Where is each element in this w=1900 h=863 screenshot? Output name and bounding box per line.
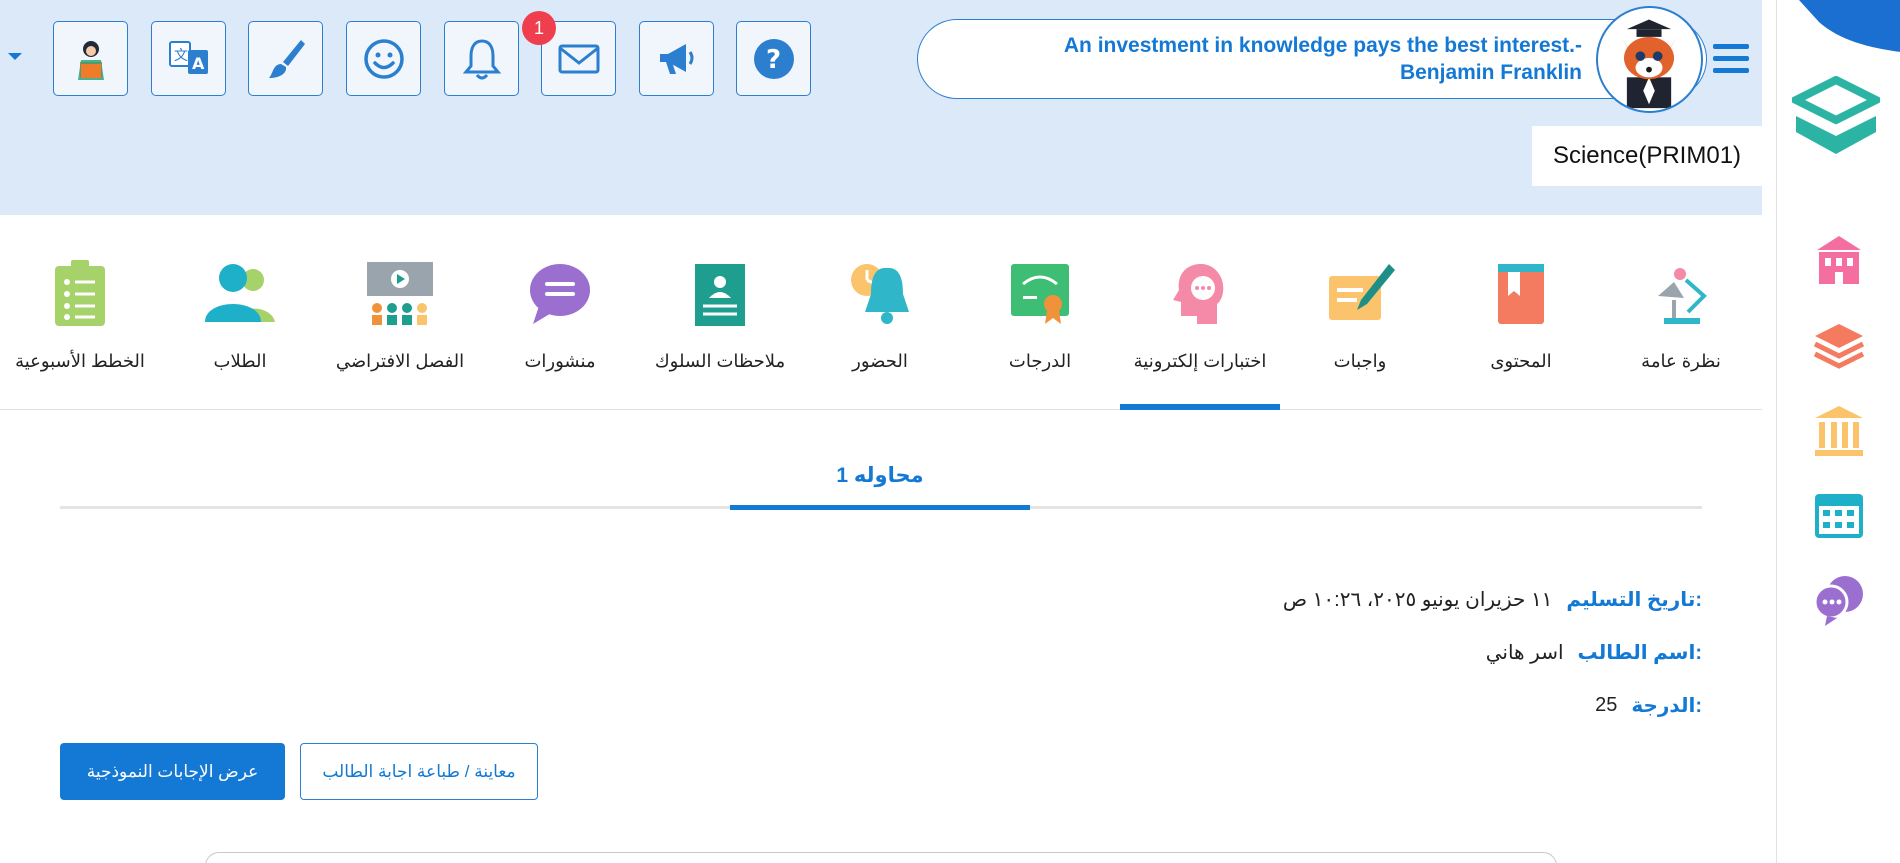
- nav-item-behavior-notes[interactable]: ملاحظات السلوك: [640, 260, 800, 410]
- nav-label: منشورات: [524, 351, 596, 371]
- bell-icon: [462, 38, 501, 79]
- show-model-answers-button[interactable]: عرض الإجابات النموذجية: [60, 743, 285, 800]
- fox-mascot-icon: [1598, 8, 1700, 110]
- nav-label: الفصل الافتراضي: [335, 351, 465, 371]
- teacher-icon: [77, 40, 104, 80]
- attendance-bell-icon: [851, 264, 909, 324]
- nav-item-grades[interactable]: الدرجات: [960, 260, 1120, 410]
- quiz-icon: [1173, 264, 1224, 324]
- course-nav: نظرة عامة المحتوى واجبات اختبارات إلكترو…: [0, 216, 1762, 410]
- layers-icon[interactable]: [1811, 318, 1867, 374]
- teacher-profile-button[interactable]: [53, 21, 128, 96]
- nav-label: ملاحظات السلوك: [654, 351, 786, 371]
- nav-item-overview[interactable]: نظرة عامة: [1601, 260, 1761, 410]
- hamburger-menu-icon[interactable]: [1713, 44, 1749, 74]
- megaphone-icon: [659, 43, 693, 74]
- right-sidebar: [1776, 0, 1900, 863]
- virtual-class-icon: [367, 262, 433, 325]
- overview-icon: [1658, 268, 1707, 324]
- student-name-label: اسم الطالب:: [1577, 642, 1702, 664]
- nav-label: الطلاب: [213, 351, 267, 371]
- brush-icon: [268, 39, 305, 78]
- help-button[interactable]: ?: [736, 21, 811, 96]
- course-name: Science(PRIM01): [1532, 126, 1762, 186]
- nav-item-assignments[interactable]: واجبات: [1280, 260, 1440, 410]
- nav-label: المحتوى: [1490, 351, 1552, 371]
- preview-print-answer-button[interactable]: معاينة / طباعة اجابة الطالب: [300, 743, 538, 800]
- svg-text:文: 文: [174, 48, 188, 64]
- app-logo-icon[interactable]: [1792, 76, 1880, 158]
- chat-support-icon[interactable]: [1811, 570, 1867, 626]
- grade-value: 25: [1595, 694, 1618, 716]
- certificate-icon: [1011, 264, 1069, 324]
- nav-item-weekly-plans[interactable]: الخطط الأسبوعية: [0, 260, 160, 410]
- nav-label: نظرة عامة: [1641, 351, 1721, 371]
- student-name-row: اسم الطالب: اسر هاني: [1486, 640, 1702, 665]
- chat-bubble-icon: [530, 264, 590, 324]
- weekly-plan-icon: [55, 260, 105, 326]
- answers-panel: [205, 852, 1557, 863]
- corner-logo-icon: [1799, 0, 1900, 52]
- submission-date-row: تاريخ التسليم: ١١ حزيران يونيو ٢٠٢٥، ١٠:…: [1283, 587, 1702, 612]
- student-name-value: اسر هاني: [1485, 642, 1564, 664]
- help-icon: ?: [753, 38, 794, 79]
- nav-label: الدرجات: [1008, 351, 1072, 371]
- nav-item-content[interactable]: المحتوى: [1441, 260, 1601, 410]
- mail-icon: [558, 44, 599, 73]
- translate-icon: 文A: [168, 40, 208, 74]
- smiley-icon: [363, 38, 404, 79]
- nav-item-quizzes[interactable]: اختبارات إلكترونية: [1120, 260, 1280, 410]
- students-icon: [205, 264, 275, 322]
- tab-attempt-1[interactable]: محاوله 1: [730, 463, 1030, 488]
- behavior-note-icon: [695, 264, 745, 326]
- chevron-down-icon[interactable]: [8, 53, 22, 60]
- nav-item-posts[interactable]: منشورات: [480, 260, 640, 410]
- calendar-icon[interactable]: [1811, 486, 1867, 542]
- avatar[interactable]: [1596, 6, 1703, 113]
- language-button[interactable]: 文A: [151, 21, 226, 96]
- submission-date-value: ١١ حزيران يونيو ٢٠٢٥، ١٠:٢٦ ص: [1282, 589, 1553, 611]
- quote-text: An investment in knowledge pays the best…: [1063, 34, 1582, 84]
- nav-item-students[interactable]: الطلاب: [160, 260, 320, 410]
- nav-label: الحضور: [852, 351, 908, 371]
- active-tab-indicator: [730, 505, 1030, 510]
- announcements-button[interactable]: [639, 21, 714, 96]
- notification-count-badge: 1: [522, 11, 556, 45]
- grade-label: الدرجة:: [1631, 695, 1702, 717]
- nav-label: اختبارات إلكترونية: [1133, 351, 1267, 371]
- nav-label: الخطط الأسبوعية: [15, 351, 145, 371]
- assignment-icon: [1329, 264, 1395, 320]
- nav-label: واجبات: [1333, 351, 1387, 371]
- nav-item-attendance[interactable]: الحضور: [800, 260, 960, 410]
- top-header: 文A 1 ? An investment in knowledge pays t…: [0, 0, 1762, 215]
- quote-banner: An investment in knowledge pays the best…: [917, 19, 1707, 99]
- svg-text:A: A: [192, 54, 205, 73]
- institution-icon[interactable]: [1811, 402, 1867, 458]
- mood-button[interactable]: [346, 21, 421, 96]
- submission-date-label: تاريخ التسليم:: [1566, 589, 1702, 611]
- theme-button[interactable]: [248, 21, 323, 96]
- svg-text:?: ?: [766, 45, 781, 75]
- notifications-button[interactable]: [444, 21, 519, 96]
- grade-row: الدرجة: 25: [1595, 693, 1702, 718]
- school-icon[interactable]: [1811, 232, 1867, 288]
- nav-item-virtual-class[interactable]: الفصل الافتراضي: [320, 260, 480, 410]
- book-icon: [1498, 264, 1544, 324]
